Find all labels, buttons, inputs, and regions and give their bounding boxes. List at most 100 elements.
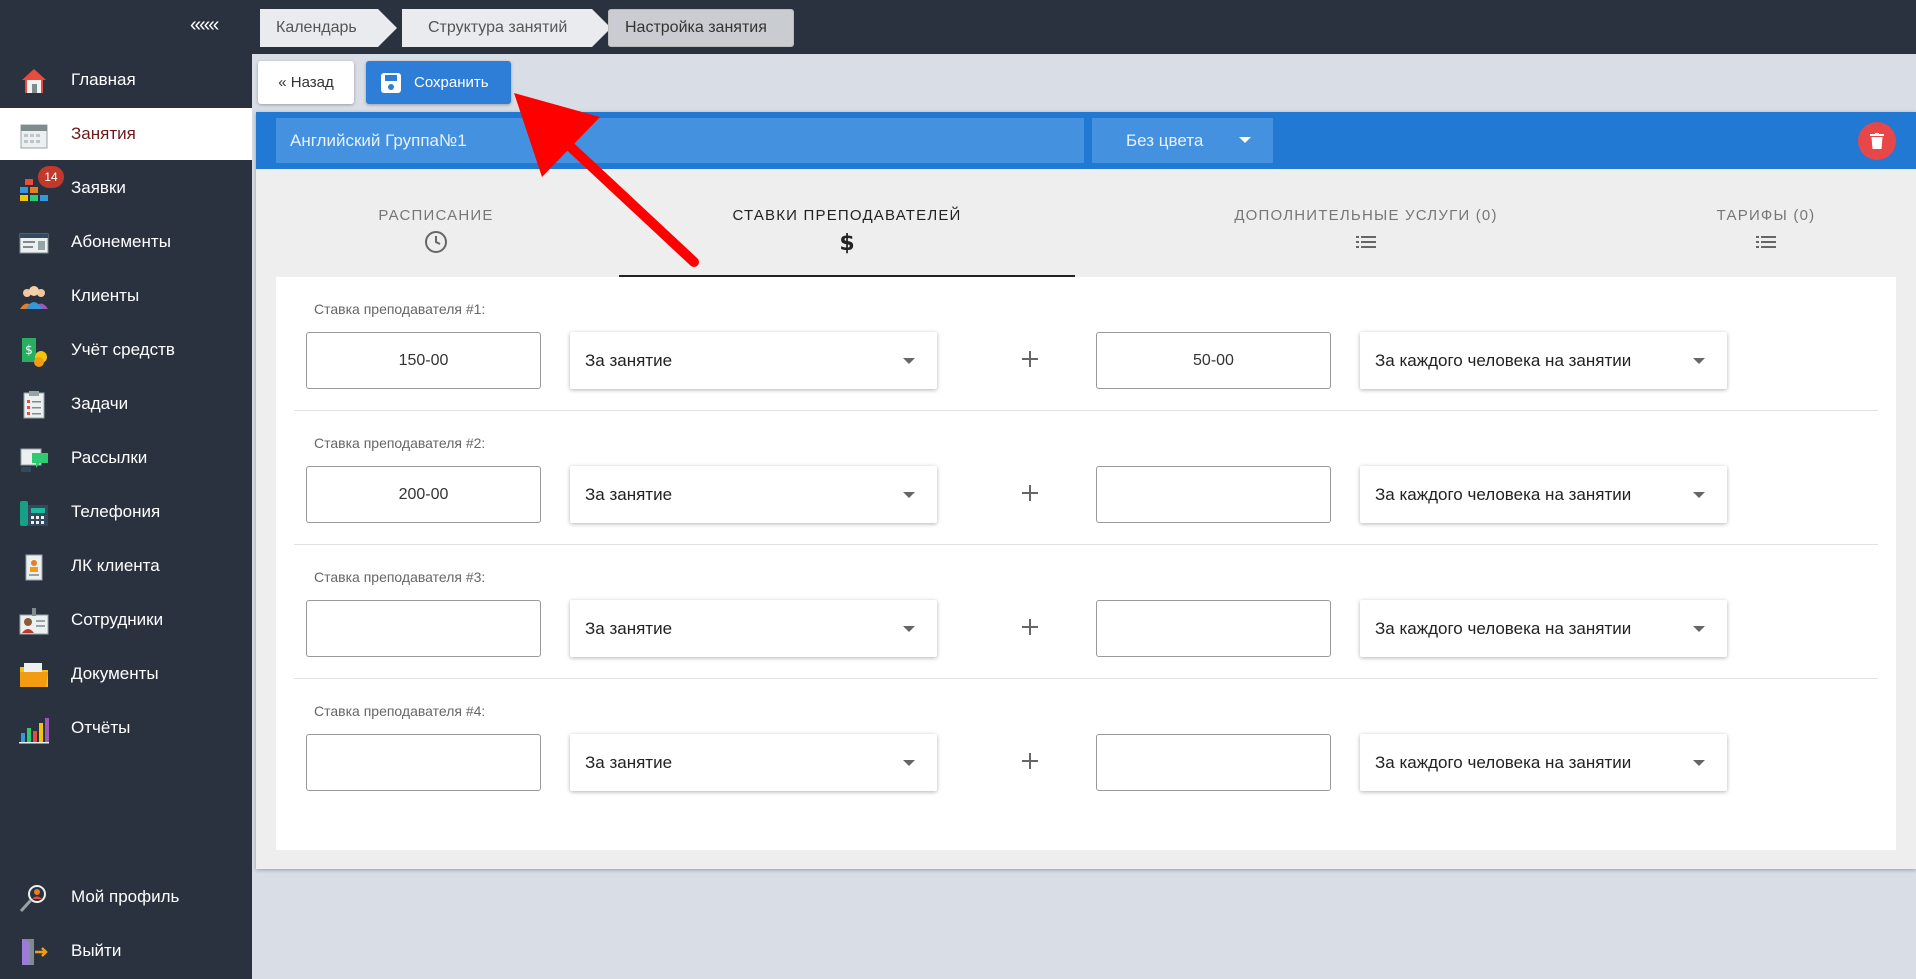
tasks-icon — [23, 391, 45, 419]
teacher-rates-panel: Ставка преподавателя #1: За занятие За к… — [276, 277, 1896, 850]
money-icon: $ — [22, 338, 47, 367]
base-rate-unit-select[interactable]: За занятие — [570, 332, 937, 389]
rate-row: Ставка преподавателя #4: За занятие За к… — [294, 679, 1878, 813]
sidebar-item-profile[interactable]: Мой профиль — [0, 871, 252, 923]
sidebar-item-client-account[interactable]: ЛК клиента — [0, 540, 252, 592]
base-rate-input[interactable] — [306, 332, 541, 389]
top-bar: Календарь Структура занятий Настройка за… — [252, 0, 1916, 54]
breadcrumb-lesson-structure[interactable]: Структура занятий — [402, 9, 611, 47]
breadcrumb-calendar[interactable]: Календарь — [260, 9, 397, 47]
list-icon — [1356, 236, 1376, 248]
svg-text:$: $ — [25, 343, 33, 357]
sidebar-item-logout[interactable]: Выйти — [0, 925, 252, 977]
select-value: За каждого человека на занятии — [1375, 618, 1632, 638]
sidebar-item-label: Главная — [71, 70, 136, 89]
chevron-down-icon — [903, 626, 915, 632]
chevron-down-icon — [1693, 626, 1705, 632]
sidebar-item-memberships[interactable]: Абонементы — [0, 216, 252, 268]
sidebar-item-label: Телефония — [71, 502, 161, 521]
extra-rate-input[interactable] — [1096, 466, 1331, 523]
chevron-down-icon — [903, 492, 915, 498]
sidebar-item-label: Абонементы — [71, 232, 171, 251]
home-icon — [22, 69, 46, 93]
plus-icon — [1022, 485, 1038, 501]
save-button-label: Сохранить — [414, 74, 489, 91]
rate-label: Ставка преподавателя #3: — [314, 569, 486, 585]
membership-card-icon — [19, 233, 49, 254]
sidebar-item-documents[interactable]: Документы — [0, 648, 252, 700]
svg-text:$: $ — [839, 231, 854, 254]
extra-rate-unit-select[interactable]: За каждого человека на занятии — [1360, 734, 1727, 791]
client-account-icon — [25, 554, 43, 581]
sidebar-item-label: Мой профиль — [71, 887, 180, 906]
profile-icon — [19, 885, 46, 913]
phone-icon — [20, 501, 48, 526]
sidebar-item-clients[interactable]: Клиенты — [0, 270, 252, 322]
select-value: За каждого человека на занятии — [1375, 752, 1632, 772]
select-value: За занятие — [585, 618, 673, 638]
tab-tariffs[interactable]: ТАРИФЫ (0) — [1636, 169, 1896, 277]
chevron-down-icon — [1693, 492, 1705, 498]
base-rate-unit-select[interactable]: За занятие — [570, 734, 937, 791]
sidebar-item-label: Занятия — [71, 124, 136, 143]
select-value: За каждого человека на занятии — [1375, 484, 1632, 504]
tab-additional-services[interactable]: ДОПОЛНИТЕЛЬНЫЕ УСЛУГИ (0) — [1156, 169, 1576, 277]
sidebar-item-label: Задачи — [71, 394, 129, 413]
sidebar-item-reports[interactable]: Отчёты — [0, 702, 252, 754]
sidebar-item-lessons[interactable]: Занятия — [0, 108, 252, 160]
select-value: За занятие — [585, 484, 673, 504]
chevron-down-icon — [903, 358, 915, 364]
sidebar-item-tasks[interactable]: Задачи — [0, 378, 252, 430]
delete-button[interactable] — [1858, 122, 1896, 160]
extra-rate-input[interactable] — [1096, 600, 1331, 657]
back-button[interactable]: « Назад — [258, 61, 354, 104]
sidebar-item-label: Заявки — [71, 178, 126, 197]
reports-icon — [19, 718, 49, 744]
documents-icon — [20, 663, 48, 687]
rate-row: Ставка преподавателя #2: За занятие За к… — [294, 411, 1878, 545]
sidebar-item-staff[interactable]: Сотрудники — [0, 594, 252, 646]
requests-count-badge: 14 — [38, 166, 64, 188]
select-value: За занятие — [585, 350, 673, 370]
select-value: За занятие — [585, 752, 673, 772]
select-value: За каждого человека на занятии — [1375, 350, 1632, 370]
chevron-down-icon — [1239, 137, 1251, 143]
sidebar-item-label: Учёт средств — [71, 340, 175, 359]
plus-icon — [1022, 351, 1038, 367]
base-rate-input[interactable] — [306, 600, 541, 657]
sidebar-item-requests[interactable]: 14 Заявки — [0, 162, 252, 214]
extra-rate-unit-select[interactable]: За каждого человека на занятии — [1360, 332, 1727, 389]
extra-rate-unit-select[interactable]: За каждого человека на занятии — [1360, 466, 1727, 523]
base-rate-input[interactable] — [306, 734, 541, 791]
breadcrumb-lesson-settings: Настройка занятия — [608, 9, 794, 47]
staff-icon — [19, 608, 49, 635]
tab-label: СТАВКИ ПРЕПОДАВАТЕЛЕЙ — [732, 207, 962, 224]
save-button[interactable]: Сохранить — [366, 61, 511, 104]
annotation-arrow-icon — [514, 93, 699, 267]
sidebar-item-label: ЛК клиента — [71, 556, 160, 575]
sidebar-item-label: Отчёты — [71, 718, 131, 737]
trash-icon — [1870, 133, 1884, 149]
sidebar-collapse-toggle[interactable]: ««« — [190, 14, 219, 37]
extra-rate-input[interactable] — [1096, 734, 1331, 791]
rate-label: Ставка преподавателя #4: — [314, 703, 486, 719]
extra-rate-input[interactable] — [1096, 332, 1331, 389]
sidebar: ««« Главная Занятия 14 Заявки Абонементы… — [0, 0, 252, 979]
sidebar-item-home[interactable]: Главная — [0, 54, 252, 106]
sidebar-item-finances[interactable]: $ Учёт средств — [0, 324, 252, 376]
clients-icon — [20, 286, 48, 309]
sidebar-item-telephony[interactable]: Телефония — [0, 486, 252, 538]
base-rate-unit-select[interactable]: За занятие — [570, 466, 937, 523]
color-select[interactable]: Без цвета — [1092, 118, 1273, 163]
rate-label: Ставка преподавателя #1: — [314, 301, 486, 317]
base-rate-unit-select[interactable]: За занятие — [570, 600, 937, 657]
extra-rate-unit-select[interactable]: За каждого человека на занятии — [1360, 600, 1727, 657]
color-select-value: Без цвета — [1126, 130, 1204, 150]
rate-row: Ставка преподавателя #3: За занятие За к… — [294, 545, 1878, 679]
floppy-disk-icon — [381, 72, 401, 93]
sidebar-item-mailings[interactable]: Рассылки — [0, 432, 252, 484]
list-icon — [1756, 236, 1776, 248]
sidebar-item-label: Документы — [71, 664, 159, 683]
chevron-down-icon — [1693, 760, 1705, 766]
base-rate-input[interactable] — [306, 466, 541, 523]
